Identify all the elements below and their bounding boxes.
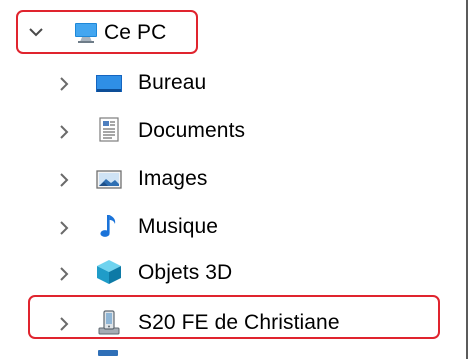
desktop-folder-icon <box>94 70 124 96</box>
tree-item-documents[interactable]: Documents <box>0 108 460 148</box>
tree-item-objets-3d[interactable]: Objets 3D <box>0 250 460 290</box>
tree-item-bureau[interactable]: Bureau <box>0 60 460 100</box>
3d-objects-icon <box>94 258 124 284</box>
pane-divider <box>466 0 468 359</box>
tree-item-label: Documents <box>138 119 246 142</box>
tree-item-label: Objets 3D <box>138 261 233 284</box>
tree-item-label: Ce PC <box>104 21 167 44</box>
tree-item-label: Bureau <box>138 71 207 94</box>
chevron-right-icon[interactable] <box>54 264 74 284</box>
tree-item-images[interactable]: Images <box>0 156 460 196</box>
tree-item-label: S20 FE de Christiane <box>138 311 340 334</box>
chevron-right-icon[interactable] <box>54 218 74 238</box>
chevron-right-icon[interactable] <box>54 170 74 190</box>
phone-device-icon <box>94 308 124 335</box>
tree-item-musique[interactable]: Musique <box>0 204 460 244</box>
chevron-right-icon[interactable] <box>54 314 74 334</box>
navigation-pane: Ce PC Bureau Documents Images Musique Ob… <box>0 0 475 359</box>
tree-item-label: Musique <box>138 215 219 238</box>
chevron-down-icon[interactable] <box>26 22 46 42</box>
tree-item-label: Images <box>138 167 208 190</box>
chevron-right-icon[interactable] <box>54 74 74 94</box>
images-folder-icon <box>94 166 124 192</box>
pc-icon <box>72 20 102 46</box>
tree-item-s20-fe[interactable]: S20 FE de Christiane <box>0 302 460 342</box>
tree-item-ce-pc[interactable]: Ce PC <box>0 12 460 52</box>
music-note-icon <box>94 212 124 238</box>
chevron-right-icon[interactable] <box>54 122 74 142</box>
documents-folder-icon <box>94 116 124 142</box>
partial-item-icon <box>98 350 118 356</box>
